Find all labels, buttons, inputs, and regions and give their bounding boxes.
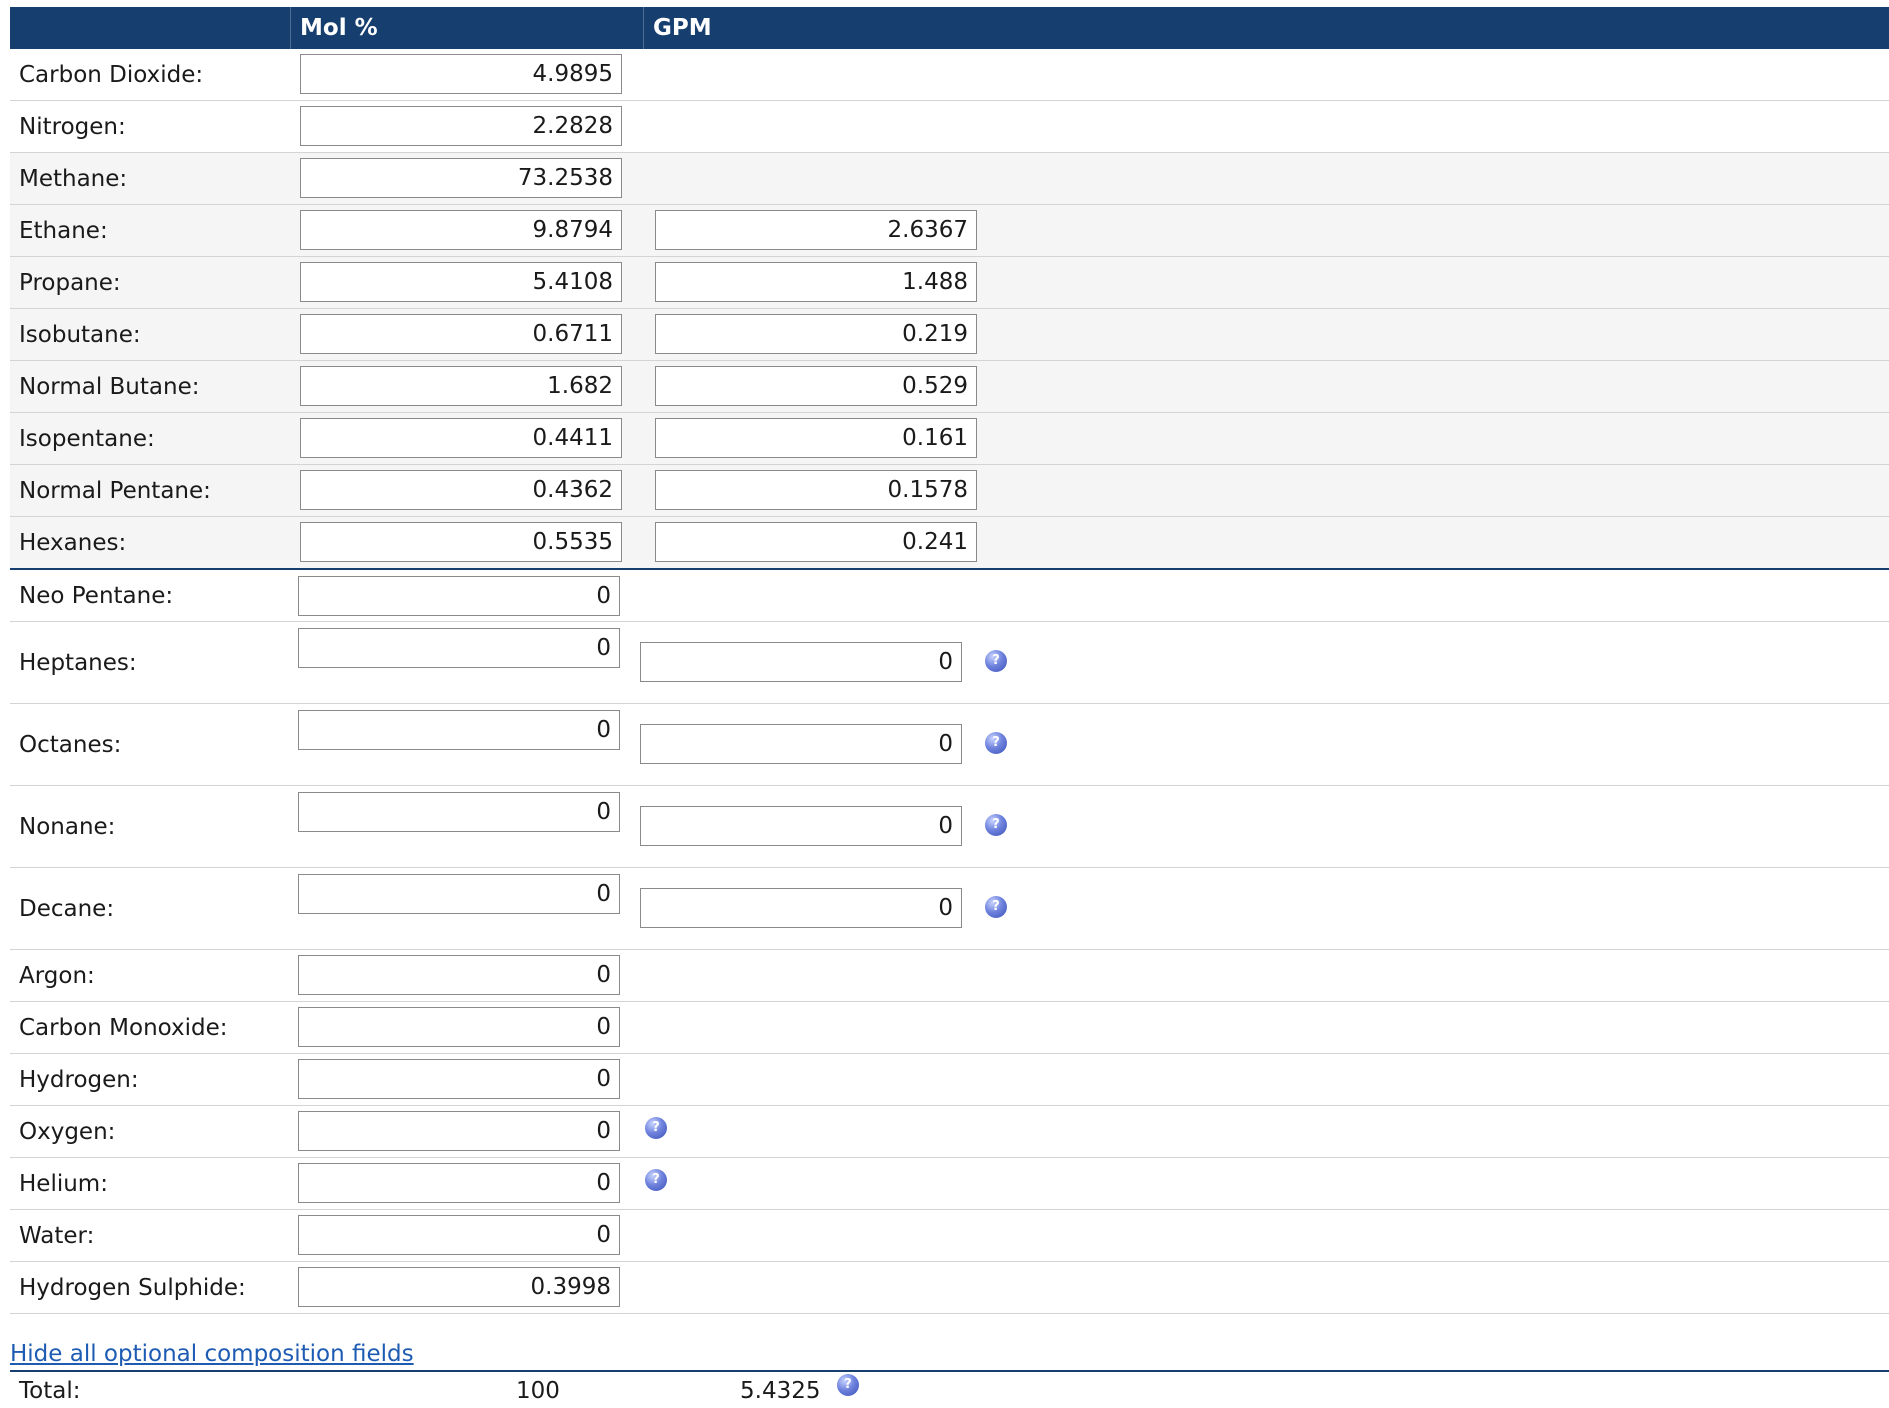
- component-label: Propane:: [19, 270, 121, 296]
- total-row: Total: 100 5.4325 ?: [10, 1370, 1889, 1408]
- hide-optional-fields-link[interactable]: Hide all optional composition fields: [10, 1341, 414, 1367]
- mol-percent-input[interactable]: [300, 54, 622, 94]
- component-label: Hydrogen Sulphide:: [19, 1275, 246, 1301]
- component-label: Hydrogen:: [19, 1067, 139, 1093]
- gas-composition-form: Mol % GPM Carbon Dioxide: Nitrogen: Methan…: [0, 0, 1889, 1408]
- help-icon[interactable]: ?: [645, 1117, 667, 1139]
- row-water: Water:: [10, 1210, 1889, 1262]
- mol-percent-input[interactable]: [300, 470, 622, 510]
- row-carbon-monoxide: Carbon Monoxide:: [10, 1002, 1889, 1054]
- mol-percent-input[interactable]: [298, 1111, 620, 1151]
- total-label: Total:: [19, 1378, 81, 1404]
- component-label: Isopentane:: [19, 426, 155, 452]
- component-label: Carbon Dioxide:: [19, 62, 204, 88]
- component-label: Oxygen:: [19, 1119, 116, 1145]
- mol-percent-input[interactable]: [300, 314, 622, 354]
- mol-percent-input[interactable]: [300, 210, 622, 250]
- row-carbon-dioxide: Carbon Dioxide:: [10, 49, 1889, 101]
- header-divider: [290, 7, 291, 49]
- row-propane: Propane:: [10, 257, 1889, 309]
- component-label: Heptanes:: [19, 650, 137, 676]
- help-icon[interactable]: ?: [985, 896, 1007, 918]
- component-label: Neo Pentane:: [19, 583, 174, 609]
- gpm-input[interactable]: [655, 210, 977, 250]
- mol-percent-input[interactable]: [300, 522, 622, 562]
- mol-percent-input[interactable]: [298, 955, 620, 995]
- row-argon: Argon:: [10, 950, 1889, 1002]
- help-icon[interactable]: ?: [837, 1374, 859, 1396]
- gpm-input[interactable]: [655, 470, 977, 510]
- total-mol-value: 100: [516, 1378, 560, 1404]
- row-nonane: Nonane:?: [10, 786, 1889, 868]
- gpm-input[interactable]: [640, 806, 962, 846]
- row-octanes: Octanes:?: [10, 704, 1889, 786]
- row-hexanes: Hexanes:: [10, 517, 1889, 570]
- help-icon[interactable]: ?: [985, 732, 1007, 754]
- row-hydrogen-sulphide: Hydrogen Sulphide:: [10, 1262, 1889, 1314]
- gpm-input[interactable]: [640, 724, 962, 764]
- total-gpm-value: 5.4325: [740, 1378, 821, 1404]
- mol-percent-input[interactable]: [298, 1215, 620, 1255]
- gpm-input[interactable]: [655, 522, 977, 562]
- component-label: Hexanes:: [19, 530, 127, 556]
- help-icon[interactable]: ?: [645, 1169, 667, 1191]
- component-label: Normal Pentane:: [19, 478, 211, 504]
- component-label: Octanes:: [19, 732, 122, 758]
- gpm-input[interactable]: [655, 418, 977, 458]
- gpm-input[interactable]: [655, 314, 977, 354]
- gpm-input[interactable]: [640, 888, 962, 928]
- row-hydrogen: Hydrogen:: [10, 1054, 1889, 1106]
- row-normal-butane: Normal Butane:: [10, 361, 1889, 413]
- gpm-input[interactable]: [640, 642, 962, 682]
- row-nitrogen: Nitrogen:: [10, 101, 1889, 153]
- table-header: Mol % GPM: [10, 7, 1889, 49]
- row-oxygen: Oxygen:?: [10, 1106, 1889, 1158]
- mol-percent-input[interactable]: [298, 1163, 620, 1203]
- mol-percent-header: Mol %: [300, 15, 378, 41]
- row-ethane: Ethane:: [10, 205, 1889, 257]
- component-label: Carbon Monoxide:: [19, 1015, 228, 1041]
- mol-percent-input[interactable]: [298, 628, 620, 668]
- help-icon[interactable]: ?: [985, 814, 1007, 836]
- component-label: Normal Butane:: [19, 374, 200, 400]
- component-label: Water:: [19, 1223, 95, 1249]
- component-label: Nonane:: [19, 814, 116, 840]
- header-divider: [643, 7, 644, 49]
- gpm-input[interactable]: [655, 262, 977, 302]
- component-label: Decane:: [19, 896, 115, 922]
- component-label: Ethane:: [19, 218, 108, 244]
- row-helium: Helium:?: [10, 1158, 1889, 1210]
- row-neo-pentane: Neo Pentane:: [10, 570, 1889, 622]
- mol-percent-input[interactable]: [298, 710, 620, 750]
- row-heptanes: Heptanes:?: [10, 622, 1889, 704]
- mol-percent-input[interactable]: [300, 262, 622, 302]
- row-methane: Methane:: [10, 153, 1889, 205]
- mol-percent-input[interactable]: [300, 366, 622, 406]
- mol-percent-input[interactable]: [298, 576, 620, 616]
- mol-percent-input[interactable]: [298, 792, 620, 832]
- mol-percent-input[interactable]: [298, 1267, 620, 1307]
- row-isobutane: Isobutane:: [10, 309, 1889, 361]
- gpm-header: GPM: [653, 15, 712, 41]
- mol-percent-input[interactable]: [300, 106, 622, 146]
- mol-percent-input[interactable]: [300, 158, 622, 198]
- mol-percent-input[interactable]: [300, 418, 622, 458]
- help-icon[interactable]: ?: [985, 650, 1007, 672]
- mol-percent-input[interactable]: [298, 1059, 620, 1099]
- component-label: Methane:: [19, 166, 128, 192]
- component-label: Helium:: [19, 1171, 108, 1197]
- mol-percent-input[interactable]: [298, 874, 620, 914]
- row-isopentane: Isopentane:: [10, 413, 1889, 465]
- mol-percent-input[interactable]: [298, 1007, 620, 1047]
- component-label: Argon:: [19, 963, 95, 989]
- gpm-input[interactable]: [655, 366, 977, 406]
- component-label: Nitrogen:: [19, 114, 126, 140]
- row-normal-pentane: Normal Pentane:: [10, 465, 1889, 517]
- component-label: Isobutane:: [19, 322, 141, 348]
- row-decane: Decane:?: [10, 868, 1889, 950]
